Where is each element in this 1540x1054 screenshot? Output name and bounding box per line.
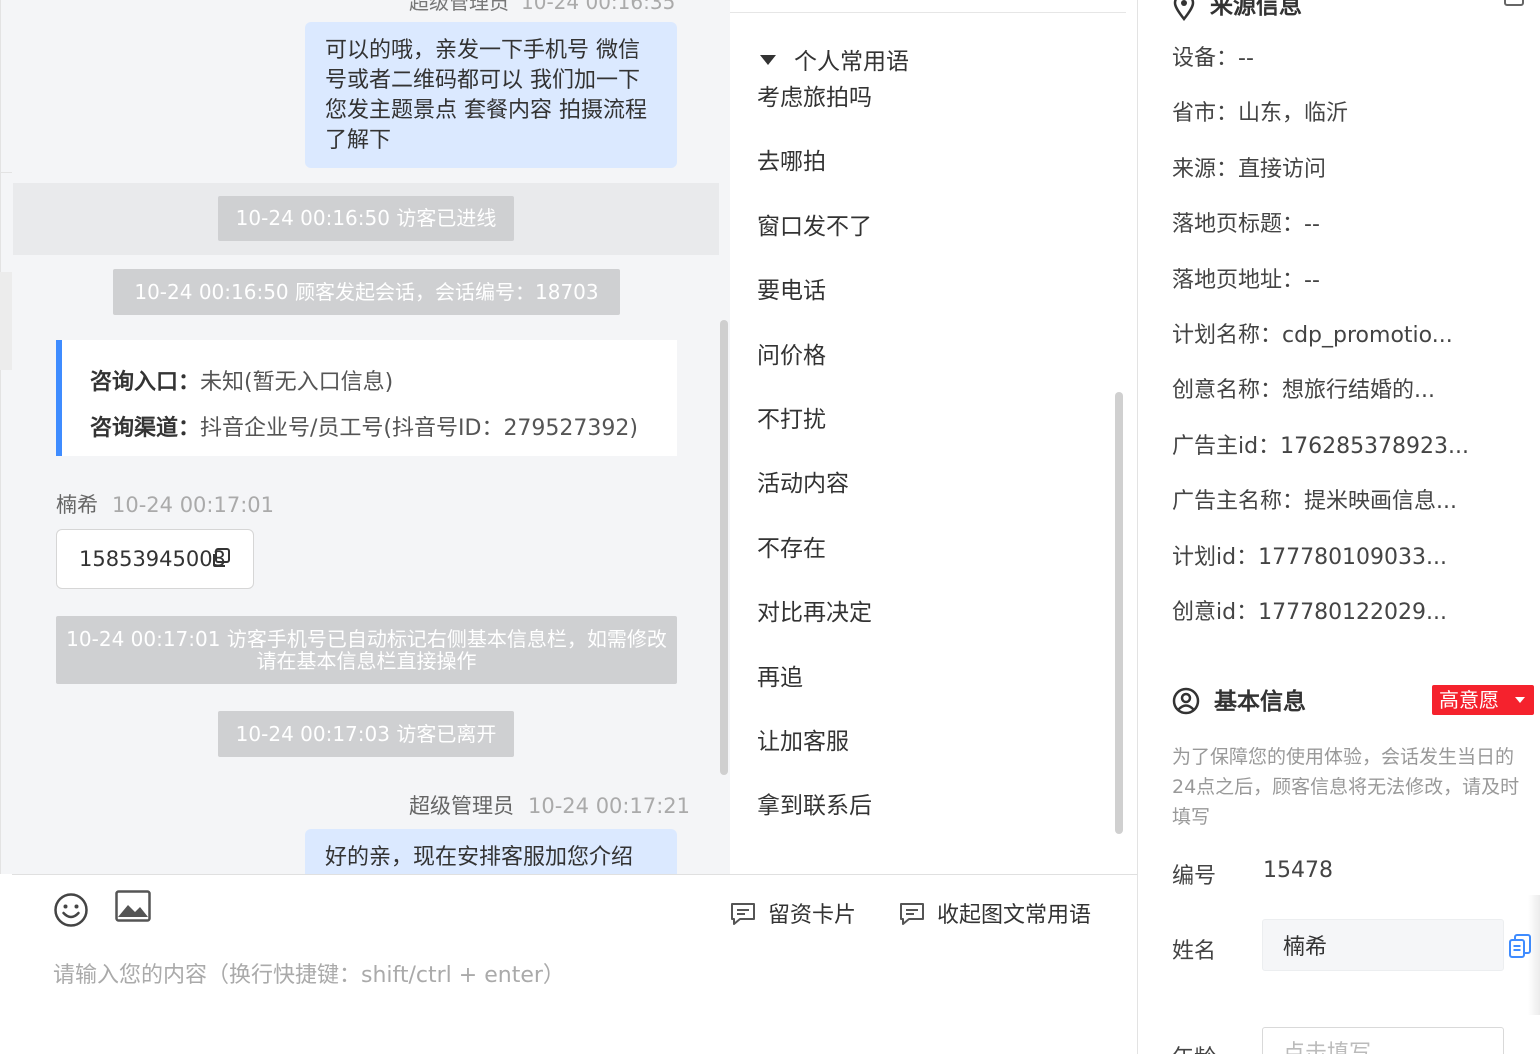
phone-number: 15853945003 (79, 547, 226, 571)
phrase-item[interactable]: 问价格 (757, 338, 872, 402)
image-icon[interactable] (115, 890, 151, 922)
phrase-item[interactable]: 要电话 (757, 273, 872, 337)
source-row-creative-id: 创意id：177780122029... (1172, 599, 1448, 625)
phrase-item[interactable]: 拿到联系后 (757, 788, 872, 852)
channel-label: 咨询渠道： (90, 416, 201, 441)
system-note-phone-marked: 10-24 00:17:01 访客手机号已自动标记右侧基本信息栏，如需修改请在基… (56, 616, 677, 684)
system-note-visitor-entered: 10-24 00:16:50 访客已进线 (218, 196, 514, 241)
phrases-scrollbar[interactable] (1115, 392, 1123, 834)
phrase-item[interactable]: 不存在 (757, 531, 872, 595)
source-row-advertiser-id: 广告主id：176285378923... (1172, 433, 1470, 459)
message-input[interactable] (53, 955, 1053, 995)
phrase-item[interactable]: 对比再决定 (757, 595, 872, 659)
source-row-plan-id: 计划id：177780109033... (1172, 544, 1448, 570)
source-row-device: 设备：-- (1172, 46, 1254, 71)
caret-down-icon (760, 54, 776, 65)
phrase-item[interactable]: 去哪拍 (757, 144, 872, 208)
source-row-advertiser-name: 广告主名称：提米映画信息... (1172, 489, 1457, 515)
collapse-phrases-label: 收起图文常用语 (937, 903, 1092, 928)
message-time: 10-24 00:16:35 (521, 0, 676, 14)
agent-message-bubble: 可以的哦，亲发一下手机号 微信号或者二维码都可以 我们加一下您发主题景点 套餐内… (305, 22, 677, 168)
phrase-group-toggle[interactable]: 个人常用语 (760, 42, 909, 76)
source-info-header: 来源信息 (1172, 0, 1302, 21)
visitor-phone-bubble[interactable]: 15853945003 (56, 529, 254, 589)
chat-panel: 超级管理员 10-24 00:16:35 可以的哦，亲发一下手机号 微信号或者二维… (0, 0, 730, 874)
source-row-creative-name: 创意名称：想旅行结婚的... (1172, 378, 1435, 404)
phrase-item[interactable]: 再追 (757, 660, 872, 724)
sender-name: 超级管理员 (409, 0, 509, 14)
message-time: 10-24 00:17:21 (528, 794, 691, 818)
message-square-icon (900, 903, 924, 925)
customer-age-field[interactable] (1262, 1027, 1504, 1054)
source-row-landing-title: 落地页标题：-- (1172, 212, 1320, 238)
emoji-icon[interactable] (53, 892, 89, 928)
entry-label: 咨询入口： (90, 370, 201, 395)
message-time: 10-24 00:17:01 (112, 493, 275, 517)
intent-level-dropdown[interactable]: 高意愿 (1432, 685, 1534, 715)
source-row-region: 省市：山东，临沂 (1172, 101, 1349, 127)
customer-id-value: 15478 (1263, 858, 1333, 883)
message-header-admin: 超级管理员 10-24 00:17:21 (409, 790, 690, 820)
divider (730, 12, 1126, 13)
source-info-list: 设备：-- 省市：山东，临沂 来源：直接访问 落地页标题：-- 落地页地址：--… (1172, 37, 1469, 646)
caret-down-icon (1515, 697, 1525, 703)
phrase-group-title: 个人常用语 (794, 49, 909, 75)
channel-value: 抖音企业号/员工号(抖音号ID：279527392) (200, 416, 638, 441)
source-row-origin: 来源：直接访问 (1172, 156, 1327, 182)
basic-info-header: 基本信息 (1172, 682, 1306, 717)
customer-info-panel: 来源信息 设备：-- 省市：山东，临沂 来源：直接访问 落地页标题：-- 落地页… (1138, 0, 1540, 1054)
location-pin-icon (1173, 0, 1195, 21)
message-composer: 留资卡片 收起图文常用语 (12, 874, 1138, 1054)
system-note-visitor-left: 10-24 00:17:03 访客已离开 (218, 711, 514, 757)
customer-age-label: 年龄 (1172, 1040, 1216, 1054)
system-note-session-start: 10-24 00:16:50 顾客发起会话，会话编号：18703 (113, 269, 620, 315)
source-row-plan-name: 计划名称：cdp_promotio... (1172, 322, 1453, 348)
message-square-icon (731, 903, 755, 925)
source-row-landing-url: 落地页地址：-- (1172, 267, 1320, 293)
phrase-item[interactable]: 活动内容 (757, 466, 872, 530)
sender-name: 超级管理员 (409, 794, 514, 818)
customer-id-label: 编号 (1172, 864, 1217, 889)
message-header-visitor: 楠希 10-24 00:17:01 (56, 489, 274, 519)
left-edge-tab (0, 272, 12, 370)
phrase-list: 考虑旅拍吗 去哪拍 窗口发不了 要电话 问价格 不打扰 活动内容 不存在 对比再… (757, 80, 872, 853)
source-info-title: 来源信息 (1210, 0, 1302, 19)
copy-icon[interactable] (210, 547, 232, 569)
visitor-name: 楠希 (56, 493, 98, 517)
lead-card-label: 留资卡片 (768, 903, 857, 928)
customer-name-label: 姓名 (1172, 939, 1217, 964)
common-phrases-panel: 个人常用语 考虑旅拍吗 去哪拍 窗口发不了 要电话 问价格 不打扰 活动内容 不… (730, 0, 1138, 874)
expand-icon[interactable] (1504, 0, 1524, 6)
lead-card-button[interactable]: 留资卡片 (730, 897, 856, 929)
collapse-phrases-button[interactable]: 收起图文常用语 (899, 897, 1091, 929)
intent-level-label: 高意愿 (1439, 688, 1499, 712)
channel-row: 咨询渠道：抖音企业号/员工号(抖音号ID：279527392) (90, 406, 677, 452)
edit-deadline-notice: 为了保障您的使用体验，会话发生当日的24点之后，顾客信息将无法修改，请及时填写 (1172, 746, 1520, 828)
user-circle-icon (1172, 687, 1200, 714)
phrase-item[interactable]: 不打扰 (757, 402, 872, 466)
left-edge-divider (0, 172, 12, 272)
phrase-item[interactable]: 让加客服 (757, 724, 872, 788)
basic-info-title: 基本信息 (1214, 689, 1306, 715)
customer-name-field[interactable] (1262, 919, 1504, 971)
panel-edge-shadow (1528, 895, 1540, 1015)
message-header-admin-cut: 超级管理员 10-24 00:16:35 (409, 0, 675, 15)
agent-message-bubble: 好的亲，现在安排客服加您介绍 (305, 829, 677, 874)
entry-value: 未知(暂无入口信息) (200, 370, 394, 395)
entry-row: 咨询入口：未知(暂无入口信息) (90, 360, 677, 406)
phrase-item[interactable]: 窗口发不了 (757, 209, 872, 273)
phrase-item[interactable]: 考虑旅拍吗 (757, 80, 872, 144)
consult-entry-card: 咨询入口：未知(暂无入口信息) 咨询渠道：抖音企业号/员工号(抖音号ID：279… (56, 340, 677, 456)
chat-scrollbar[interactable] (720, 320, 728, 775)
